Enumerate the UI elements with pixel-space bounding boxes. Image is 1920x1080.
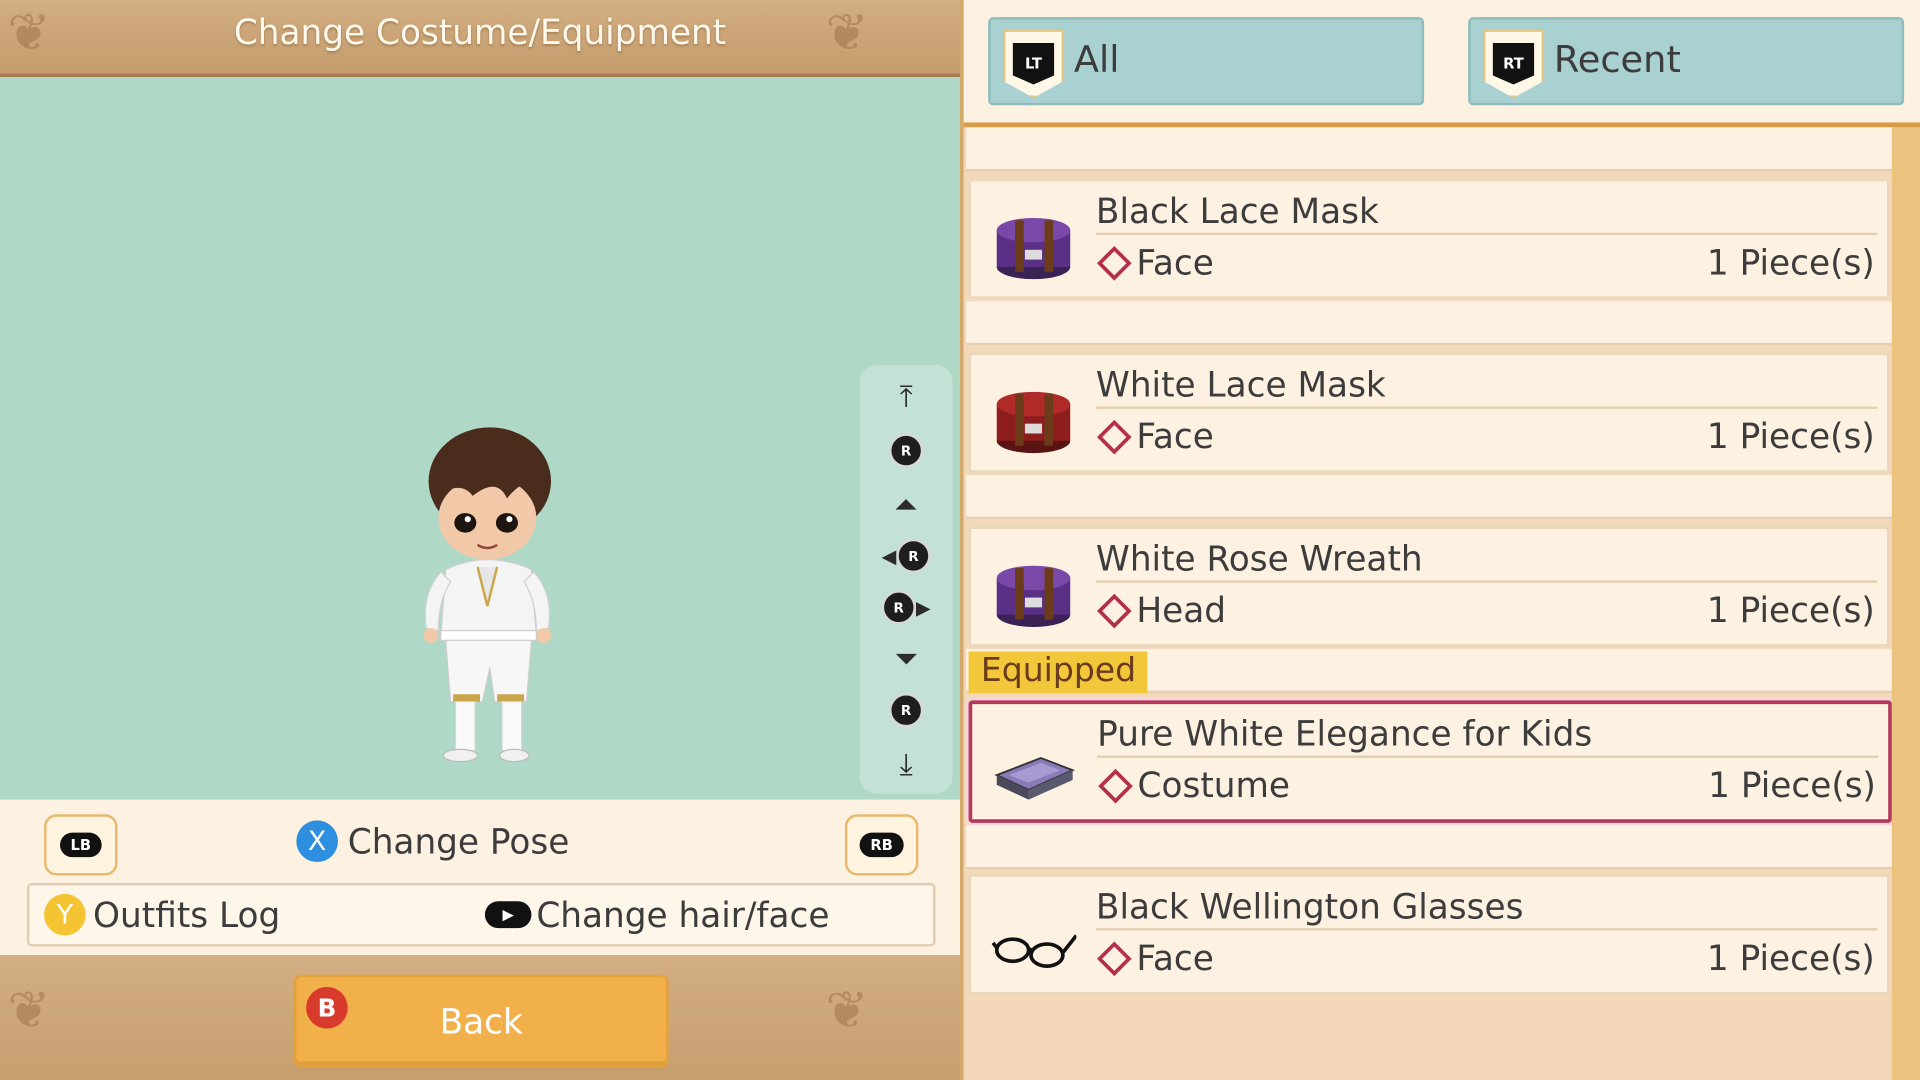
diamond-icon <box>1096 245 1132 280</box>
lb-icon: LB <box>59 832 103 858</box>
list-item[interactable]: White Rose Wreath Head 1 Piece(s) <box>968 526 1890 647</box>
item-quantity: 1 Piece(s) <box>1706 937 1875 979</box>
rotate-up-icon[interactable]: R <box>860 429 953 473</box>
item-name: Pure White Elegance for Kids <box>1097 714 1879 758</box>
item-category: Head <box>1096 590 1226 631</box>
list-item[interactable]: White Lace Mask Face 1 Piece(s) <box>968 352 1890 473</box>
change-hair-face-label: Change hair/face <box>536 894 830 935</box>
costume-case-icon <box>994 756 1076 800</box>
red-hatbox-icon <box>996 391 1071 454</box>
list-divider <box>966 301 1892 346</box>
rotate-left-icon[interactable]: ◂ R <box>860 534 953 578</box>
item-quantity: 1 Piece(s) <box>1706 242 1875 283</box>
back-label: Back <box>439 1001 523 1043</box>
item-name: White Lace Mask <box>1095 365 1878 409</box>
change-pose-button[interactable]: X Change Pose <box>296 817 569 866</box>
preview-panel: ❦ Change Costume/Equipment ❦ ⤒ R ⏶ ◂ R R… <box>0 0 961 1080</box>
change-hair-face-button[interactable]: ▶ Change hair/face <box>484 893 830 937</box>
character-preview[interactable]: ⤒ R ⏶ ◂ R R ▸ ⏷ R ⤓ <box>0 77 961 800</box>
list-item[interactable]: Black Lace Mask Face 1 Piece(s) <box>968 178 1890 299</box>
scroll-top-icon[interactable]: ⤒ <box>860 375 953 419</box>
ornament-icon: ❦ <box>825 2 869 63</box>
equipped-badge: Equipped <box>968 651 1148 694</box>
item-name: White Rose Wreath <box>1095 539 1878 583</box>
rb-icon: RB <box>859 832 904 858</box>
list-divider <box>966 825 1892 870</box>
list-item[interactable]: Black Wellington Glasses Face 1 Piece(s) <box>968 874 1890 995</box>
move-up-icon[interactable]: ⏶ <box>860 482 953 526</box>
move-down-icon[interactable]: ⏷ <box>860 637 953 681</box>
tab-label: All <box>1073 39 1120 83</box>
tab-label: Recent <box>1553 39 1681 83</box>
diamond-icon <box>1096 940 1132 976</box>
glasses-icon <box>991 934 1077 968</box>
ornament-icon: ❦ <box>7 979 51 1040</box>
item-list[interactable]: Black Lace Mask Face 1 Piece(s) White La… <box>963 127 1895 1080</box>
rotate-down-icon[interactable]: R <box>860 688 953 732</box>
item-name: Black Lace Mask <box>1095 191 1878 236</box>
rt-icon: RT <box>1482 29 1545 98</box>
item-category: Face <box>1096 242 1214 283</box>
list-divider <box>966 127 1892 172</box>
diamond-icon <box>1096 593 1132 628</box>
tab-all[interactable]: LT All <box>988 17 1425 106</box>
rb-button[interactable]: RB <box>844 814 919 876</box>
right-stick-icon: ▶ <box>484 901 532 929</box>
change-pose-label: Change Pose <box>347 821 570 862</box>
lt-icon: LT <box>1002 29 1065 98</box>
tab-recent[interactable]: RT Recent <box>1468 17 1905 106</box>
purple-hatbox-icon <box>996 565 1071 627</box>
item-quantity: 1 Piece(s) <box>1706 416 1875 457</box>
item-quantity: 1 Piece(s) <box>1706 590 1875 631</box>
lb-button[interactable]: LB <box>44 814 118 876</box>
outfits-log-label: Outfits Log <box>93 894 281 935</box>
back-button[interactable]: B Back <box>293 974 669 1068</box>
camera-control-rail: ⤒ R ⏶ ◂ R R ▸ ⏷ R ⤓ <box>859 364 953 794</box>
page-title: Change Costume/Equipment <box>233 12 727 53</box>
title-bar: ❦ Change Costume/Equipment ❦ <box>0 0 961 78</box>
list-item-selected[interactable]: Pure White Elegance for Kids Costume 1 P… <box>968 700 1892 823</box>
filter-tabs: LT All RT Recent <box>963 0 1920 128</box>
item-quantity: 1 Piece(s) <box>1708 765 1876 806</box>
control-hints: LB X Change Pose RB Y Outfits Log ▶ Chan… <box>0 799 961 956</box>
purple-hatbox-icon <box>996 217 1071 280</box>
item-category: Costume <box>1098 765 1290 806</box>
scroll-bottom-icon[interactable]: ⤓ <box>860 742 953 786</box>
item-category: Face <box>1096 938 1214 978</box>
diamond-icon <box>1096 419 1132 454</box>
item-name: Black Wellington Glasses <box>1095 887 1878 931</box>
diamond-icon <box>1098 768 1133 803</box>
character-avatar <box>423 427 552 763</box>
item-list-panel: LT All RT Recent Black Lace Mask Face 1 … <box>960 0 1920 1080</box>
y-button-icon: Y <box>44 893 86 936</box>
footer-bar: ❦ B Back ❦ <box>0 955 961 1080</box>
item-category: Face <box>1096 416 1214 457</box>
game-screen: ❦ Change Costume/Equipment ❦ ⤒ R ⏶ ◂ R R… <box>0 0 1920 1080</box>
list-divider <box>966 475 1892 520</box>
x-button-icon: X <box>296 820 338 863</box>
rotate-right-icon[interactable]: R ▸ <box>860 585 953 629</box>
secondary-actions-bar: Y Outfits Log ▶ Change hair/face <box>26 882 936 947</box>
ornament-icon: ❦ <box>825 979 869 1040</box>
outfits-log-button[interactable]: Y Outfits Log <box>44 893 280 937</box>
list-scrollbar[interactable] <box>1891 127 1920 1080</box>
